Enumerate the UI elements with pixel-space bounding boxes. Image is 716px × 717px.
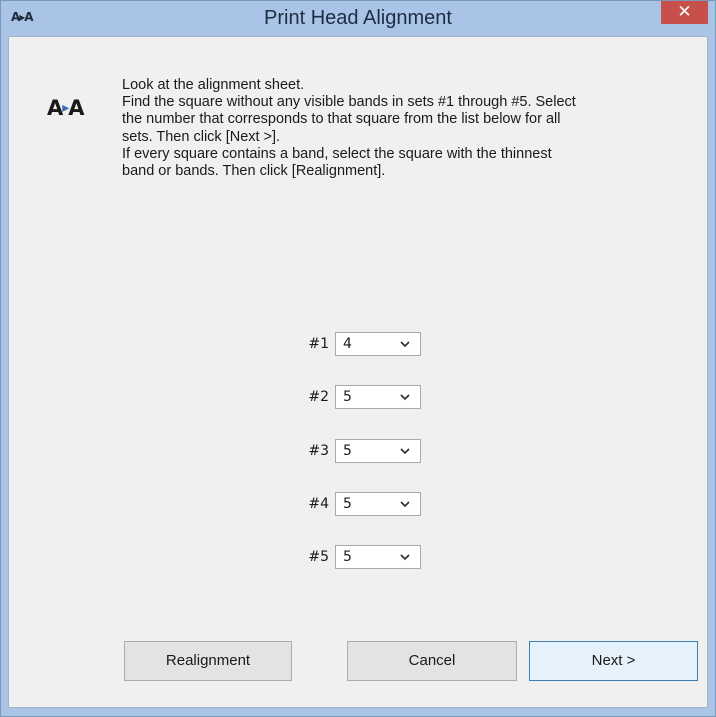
instructions-text: Look at the alignment sheet. Find the sq… bbox=[122, 77, 702, 180]
set-label: #3 bbox=[308, 443, 329, 459]
chevron-down-icon bbox=[400, 448, 410, 455]
dropdown-value: 5 bbox=[343, 549, 352, 565]
dialog-body: A▸A Look at the alignment sheet. Find th… bbox=[8, 36, 708, 708]
window-title: Print Head Alignment bbox=[264, 7, 452, 29]
instruction-line: If every square contains a band, select … bbox=[122, 145, 552, 162]
set-3-dropdown[interactable]: 5 bbox=[335, 439, 421, 463]
dropdown-value: 5 bbox=[343, 443, 352, 459]
set-1-dropdown[interactable]: 4 bbox=[335, 332, 421, 356]
logo-letter-right: A bbox=[68, 96, 84, 120]
close-button[interactable]: ✕ bbox=[661, 1, 708, 24]
title-bar[interactable]: A▸A Print Head Alignment ✕ bbox=[1, 1, 715, 36]
close-icon: ✕ bbox=[677, 2, 692, 22]
instruction-line: Find the square without any visible band… bbox=[122, 94, 576, 111]
set-label: #2 bbox=[308, 389, 329, 405]
next-button[interactable]: Next > bbox=[529, 641, 698, 681]
set-label: #5 bbox=[308, 549, 329, 565]
set-label: #1 bbox=[308, 336, 329, 352]
instruction-line: Look at the alignment sheet. bbox=[122, 77, 305, 93]
dialog-window: A▸A Print Head Alignment ✕ A▸A Look at t… bbox=[0, 0, 716, 717]
dropdown-value: 5 bbox=[343, 389, 352, 405]
chevron-down-icon bbox=[400, 501, 410, 508]
set-2-dropdown[interactable]: 5 bbox=[335, 385, 421, 409]
instruction-line: sets. Then click [Next >]. bbox=[122, 128, 281, 145]
instruction-line: the number that corresponds to that squa… bbox=[122, 111, 561, 128]
realignment-button[interactable]: Realignment bbox=[124, 641, 292, 681]
cancel-button[interactable]: Cancel bbox=[347, 641, 517, 681]
dropdown-value: 5 bbox=[343, 496, 352, 512]
chevron-down-icon bbox=[400, 341, 410, 348]
chevron-down-icon bbox=[400, 394, 410, 401]
set-5-dropdown[interactable]: 5 bbox=[335, 545, 421, 569]
instruction-line: band or bands. Then click [Realignment]. bbox=[122, 163, 386, 180]
set-4-dropdown[interactable]: 5 bbox=[335, 492, 421, 516]
set-label: #4 bbox=[308, 496, 329, 512]
font-adjust-icon: A▸A bbox=[47, 96, 85, 120]
chevron-down-icon bbox=[400, 554, 410, 561]
logo-letter-left: A bbox=[47, 96, 63, 120]
dropdown-value: 4 bbox=[343, 336, 352, 352]
